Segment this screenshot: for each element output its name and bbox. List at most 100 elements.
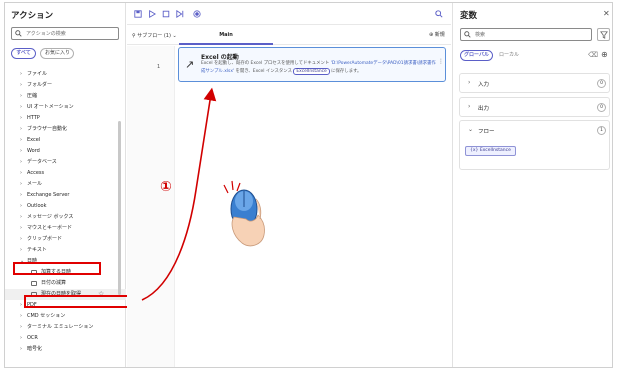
tree-item-http[interactable]: › HTTP bbox=[5, 113, 126, 124]
global-variables-chip[interactable]: グローバル bbox=[460, 50, 493, 61]
chevron-down-icon: ⌄ bbox=[468, 126, 474, 133]
filter-favorites-chip[interactable]: お気に入り bbox=[40, 48, 74, 59]
tree-item-cmd-session[interactable]: › CMD セッション bbox=[5, 311, 126, 322]
save-icon[interactable] bbox=[134, 10, 142, 18]
chevron-down-icon: ⌄ bbox=[172, 33, 177, 39]
actions-search-placeholder: アクションの検索 bbox=[26, 31, 66, 37]
chevron-right-icon: › bbox=[20, 247, 22, 253]
flow-designer: ⚲ サブフロー (1) ⌄ Main ⊕ 新規 1 ↗ Excel の起動 Ex… bbox=[127, 3, 451, 367]
actions-title: アクション bbox=[11, 11, 54, 21]
tree-item-outlook[interactable]: › Outlook bbox=[5, 201, 126, 212]
search-icon bbox=[464, 31, 471, 38]
add-icon[interactable]: ⊕ bbox=[601, 50, 608, 59]
tree-item-database[interactable]: › データベース bbox=[5, 157, 126, 168]
tree-item-browser-automation[interactable]: › ブラウザー自動化 bbox=[5, 124, 126, 135]
actions-scrollbar[interactable] bbox=[118, 121, 121, 295]
subflow-bar: ⚲ サブフロー (1) ⌄ Main ⊕ 新規 bbox=[127, 27, 451, 45]
variables-search-placeholder: 検索 bbox=[475, 32, 486, 38]
chevron-right-icon: › bbox=[20, 71, 22, 77]
filter-icon bbox=[600, 31, 608, 39]
more-options-icon[interactable]: ⋮ bbox=[438, 58, 444, 65]
mouse-click-illustration bbox=[223, 180, 265, 247]
chevron-right-icon: › bbox=[20, 192, 22, 198]
chevron-right-icon: › bbox=[468, 103, 471, 110]
count-badge: 0 bbox=[597, 79, 606, 88]
actions-search-input[interactable]: アクションの検索 bbox=[11, 27, 119, 40]
tree-item-text[interactable]: › テキスト bbox=[5, 245, 126, 256]
tree-item-access[interactable]: › Access bbox=[5, 168, 126, 179]
chevron-right-icon: › bbox=[20, 346, 22, 352]
flow-variables-section[interactable]: ⌄ フロー 1 {x} ExcelInstance bbox=[459, 120, 610, 170]
eraser-icon[interactable]: ⌫ bbox=[588, 51, 598, 59]
chevron-right-icon: › bbox=[20, 170, 22, 176]
tree-item-file[interactable]: › ファイル bbox=[5, 69, 126, 80]
variable-token: ExcelInstance bbox=[293, 67, 330, 75]
tree-item-folder[interactable]: › フォルダー bbox=[5, 80, 126, 91]
chevron-right-icon: › bbox=[20, 104, 22, 110]
tab-main[interactable]: Main bbox=[179, 27, 273, 45]
tree-item-clipboard[interactable]: › クリップボード bbox=[5, 234, 126, 245]
chevron-right-icon: › bbox=[20, 148, 22, 154]
chevron-right-icon: › bbox=[20, 324, 22, 330]
chevron-right-icon: › bbox=[468, 79, 471, 86]
variables-search-input[interactable]: 検索 bbox=[460, 28, 592, 41]
input-variables-section[interactable]: › 入力 0 bbox=[459, 73, 610, 93]
stop-icon[interactable] bbox=[162, 10, 170, 18]
chevron-right-icon: › bbox=[20, 214, 22, 220]
chevron-right-icon: › bbox=[20, 335, 22, 341]
tree-item-mail[interactable]: › メール bbox=[5, 179, 126, 190]
chevron-right-icon: › bbox=[20, 313, 22, 319]
calendar-icon bbox=[31, 281, 37, 286]
chevron-right-icon: › bbox=[20, 181, 22, 187]
subflow-dropdown[interactable]: ⚲ サブフロー (1) ⌄ bbox=[132, 32, 177, 39]
designer-toolbar bbox=[127, 3, 451, 25]
new-subflow-button[interactable]: ⊕ 新規 bbox=[429, 31, 445, 38]
output-variables-section[interactable]: › 出力 0 bbox=[459, 97, 610, 117]
chevron-right-icon: › bbox=[20, 203, 22, 209]
count-badge: 0 bbox=[597, 103, 606, 112]
tree-item-message-box[interactable]: › メッセージ ボックス bbox=[5, 212, 126, 223]
tree-item-terminal-emulation[interactable]: › ターミナル エミュレーション bbox=[5, 322, 126, 333]
chevron-right-icon: › bbox=[20, 126, 22, 132]
actions-panel: アクション アクションの検索 すべて お気に入り › ファイル › フォルダー › 圧… bbox=[5, 3, 143, 367]
filter-all-chip[interactable]: すべて bbox=[11, 48, 36, 59]
highlight-box-get-current-datetime bbox=[24, 295, 143, 308]
tree-item-mouse-keyboard[interactable]: › マウスとキーボード bbox=[5, 223, 126, 234]
chevron-right-icon: › bbox=[20, 302, 22, 308]
line-number: 1 bbox=[157, 64, 161, 70]
line-gutter bbox=[127, 46, 175, 367]
chevron-right-icon: › bbox=[20, 236, 22, 242]
tree-item-exchange-server[interactable]: › Exchange Server bbox=[5, 190, 126, 201]
step-icon[interactable] bbox=[176, 10, 184, 18]
tree-item-word[interactable]: › Word bbox=[5, 146, 126, 157]
highlight-box-datetime bbox=[13, 262, 101, 275]
search-icon[interactable] bbox=[435, 10, 443, 18]
tree-item-ui-automation[interactable]: › UI オートメーション bbox=[5, 102, 126, 113]
chevron-right-icon: › bbox=[20, 93, 22, 99]
flow-variable-chip[interactable]: {x} ExcelInstance bbox=[465, 146, 516, 156]
chevron-right-icon: › bbox=[20, 137, 22, 143]
variable-icon: {x} bbox=[470, 148, 480, 153]
annotation-step-number: ① bbox=[160, 179, 172, 195]
tree-item-encryption[interactable]: › 暗号化 bbox=[5, 344, 126, 355]
variables-panel: 変数 ✕ 検索 グローバル ローカル ⌫ ⊕ › 入力 0 › 出力 0 ⌄ フ… bbox=[452, 3, 612, 367]
chevron-right-icon: › bbox=[20, 82, 22, 88]
tree-item-excel[interactable]: › Excel bbox=[5, 135, 126, 146]
tree-item-compress[interactable]: › 圧縮 bbox=[5, 91, 126, 102]
launch-arrow-icon: ↗ bbox=[185, 58, 195, 71]
tree-subitem-subtract-dates[interactable]: 日付の減算 bbox=[5, 278, 126, 289]
local-variables-chip[interactable]: ローカル bbox=[497, 50, 521, 61]
filter-button[interactable] bbox=[597, 28, 610, 41]
count-badge: 1 bbox=[597, 126, 606, 135]
step-description: Excel を起動し、既存の Excel プロセスを使用してドキュメント 'D:… bbox=[201, 61, 436, 75]
action-step-card[interactable]: ↗ Excel の起動 Excel を起動し、既存の Excel プロセスを使用… bbox=[178, 47, 446, 82]
run-icon[interactable] bbox=[148, 10, 156, 18]
tree-item-ocr[interactable]: › OCR bbox=[5, 333, 126, 344]
chevron-right-icon: › bbox=[20, 115, 22, 121]
chevron-right-icon: › bbox=[20, 225, 22, 231]
variables-title: 変数 bbox=[460, 11, 478, 21]
close-icon[interactable]: ✕ bbox=[603, 9, 610, 18]
search-icon bbox=[15, 30, 22, 37]
app-window: アクション アクションの検索 すべて お気に入り › ファイル › フォルダー › 圧… bbox=[4, 2, 613, 368]
record-icon[interactable] bbox=[193, 10, 201, 18]
